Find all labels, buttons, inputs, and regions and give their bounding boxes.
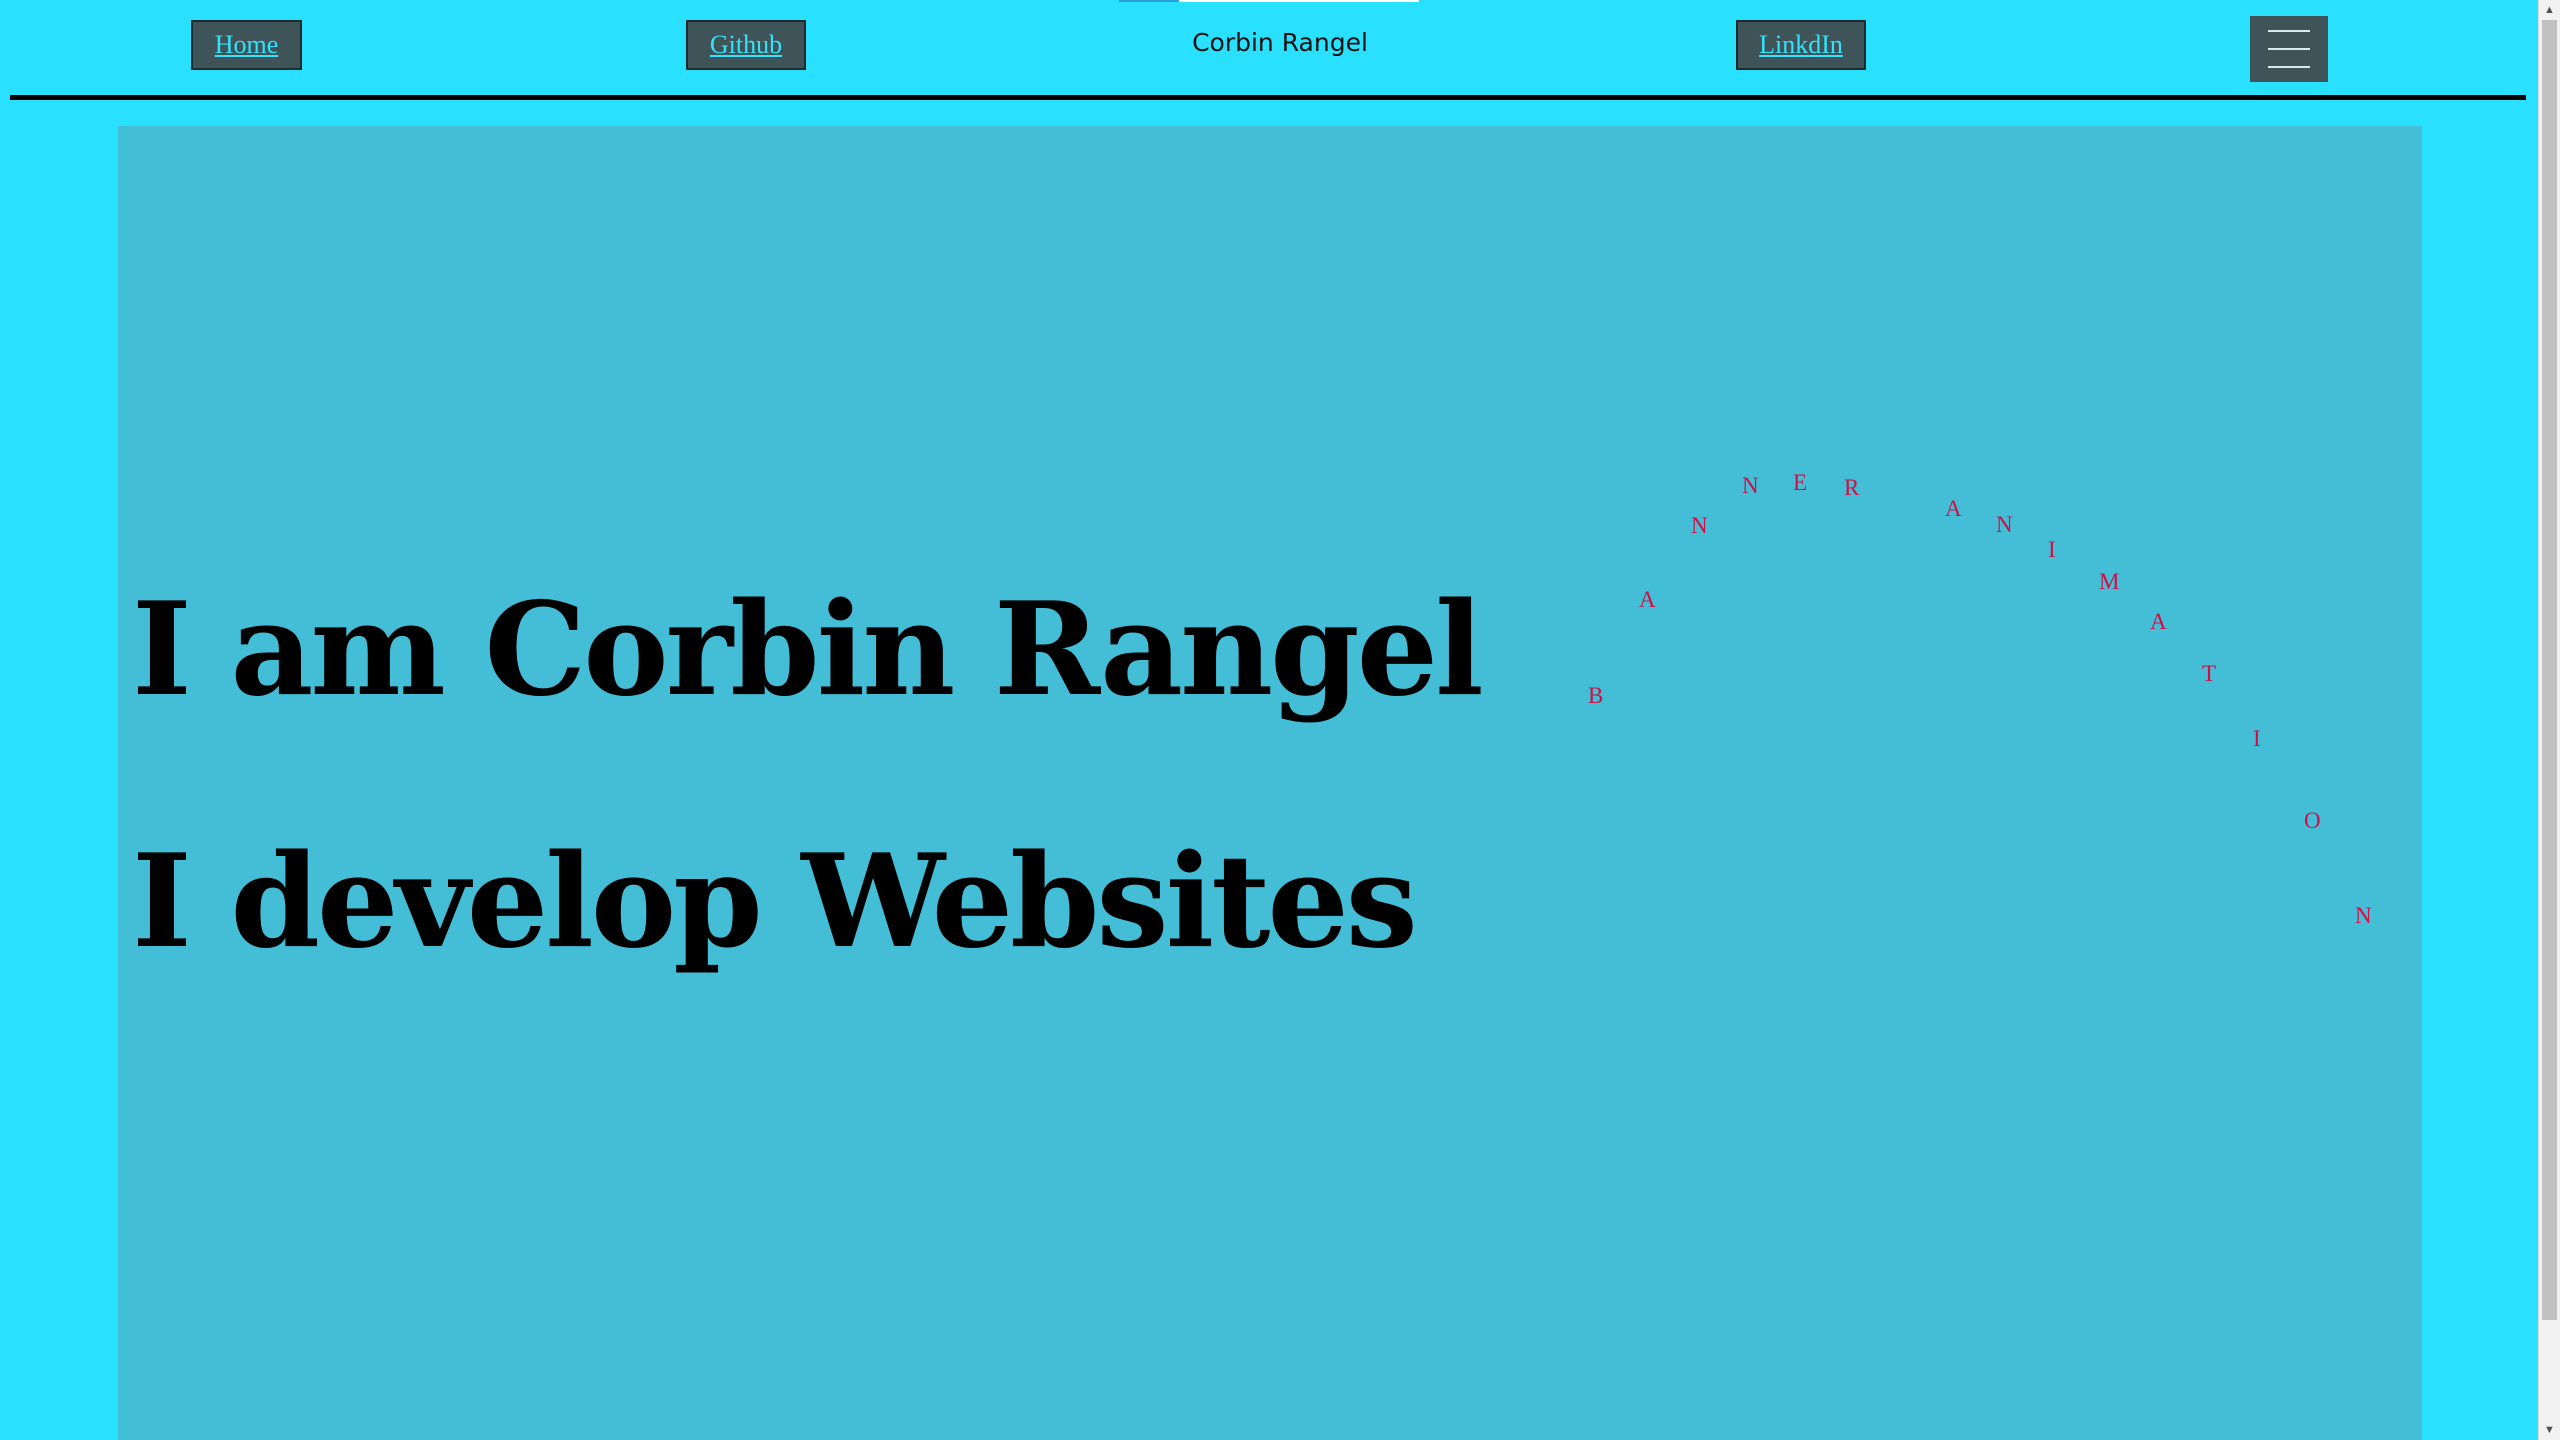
banner-animation-letter: I <box>2253 726 2261 751</box>
banner-animation-letter: E <box>1793 470 1808 495</box>
scroll-down-arrow-icon[interactable]: ▼ <box>2539 1420 2560 1440</box>
home-link-button[interactable]: Home <box>191 20 302 70</box>
scrollbar-thumb[interactable] <box>2542 20 2557 1320</box>
banner-animation-letter: N <box>2355 903 2372 928</box>
page: Home Github Corbin Rangel LinkdIn I am C… <box>0 0 2560 1440</box>
banner-animation-letter: R <box>1844 475 1860 500</box>
banner-animation-letter: A <box>1945 496 1962 521</box>
banner-animation-letter: N <box>1742 473 1759 498</box>
site-brand-title: Corbin Rangel <box>1192 28 1368 57</box>
banner-animation-letter: T <box>2202 661 2217 686</box>
banner-animation-letter: A <box>1639 587 1656 612</box>
banner-animation-letter: N <box>1691 513 1708 538</box>
scroll-up-arrow-icon[interactable]: ▲ <box>2539 0 2560 20</box>
banner-animation-letter: I <box>2048 537 2056 562</box>
navbar-divider <box>10 95 2526 100</box>
banner-animation-letter: M <box>2099 569 2120 594</box>
banner-animation-letter: B <box>1588 683 1604 708</box>
github-link-button[interactable]: Github <box>686 20 806 70</box>
hero-heading-name: I am Corbin Rangel <box>132 575 1484 725</box>
banner-animation-letter: A <box>2150 609 2167 634</box>
banner-animation-letter: N <box>1996 512 2013 537</box>
hamburger-menu-button[interactable] <box>2250 16 2328 82</box>
hero-section: I am Corbin Rangel I develop Websites B … <box>118 126 2422 1440</box>
linkedin-link-button[interactable]: LinkdIn <box>1736 20 1866 70</box>
hero-heading-role: I develop Websites <box>132 827 1418 977</box>
banner-animation-letter: O <box>2304 808 2321 833</box>
vertical-scrollbar[interactable]: ▲ ▼ <box>2538 0 2560 1440</box>
brand-accent-bar <box>1119 0 1179 2</box>
brand-accent-bar-light <box>1179 0 1419 2</box>
